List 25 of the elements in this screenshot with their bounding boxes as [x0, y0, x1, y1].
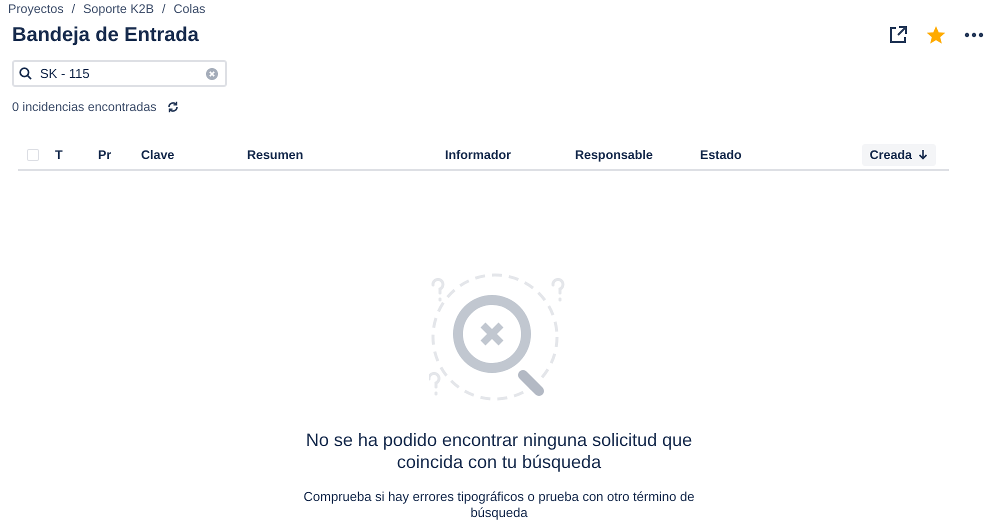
star-icon	[927, 26, 945, 44]
result-count: 0 incidencias encontradas	[12, 100, 157, 114]
column-header[interactable]: Informador	[445, 144, 519, 166]
column-header[interactable]: Responsable	[575, 144, 661, 166]
refresh-icon[interactable]	[166, 101, 179, 113]
column-header[interactable]: Estado	[700, 144, 750, 166]
page-title: Bandeja de Entrada	[12, 24, 199, 46]
column-header[interactable]: Pr	[98, 144, 120, 166]
search-field[interactable]: SK - 115	[12, 60, 227, 87]
breadcrumb-link[interactable]: Proyectos	[8, 2, 64, 16]
empty-state-heading: No se ha podido encontrar ninguna solicitud que coincida con tu búsqueda	[304, 429, 694, 473]
sort-down-icon	[918, 149, 928, 160]
column-header[interactable]: Clave	[141, 144, 182, 166]
breadcrumb-separator: /	[162, 2, 166, 16]
breadcrumb-separator: /	[72, 2, 76, 16]
select-all-checkbox[interactable]	[27, 148, 39, 160]
search-icon	[19, 67, 32, 80]
column-header[interactable]: T	[55, 144, 71, 166]
column-header[interactable]: Creada	[862, 144, 936, 166]
empty-state-message: Comprueba si hay errores tipográficos o prueba con otro término de búsqueda	[302, 489, 696, 521]
breadcrumb-link[interactable]: Soporte K2B	[83, 2, 154, 16]
more-icon	[964, 32, 984, 38]
column-header[interactable]: Resumen	[247, 144, 312, 166]
breadcrumb-link[interactable]: Colas	[173, 2, 206, 16]
external-link-icon	[888, 25, 908, 45]
